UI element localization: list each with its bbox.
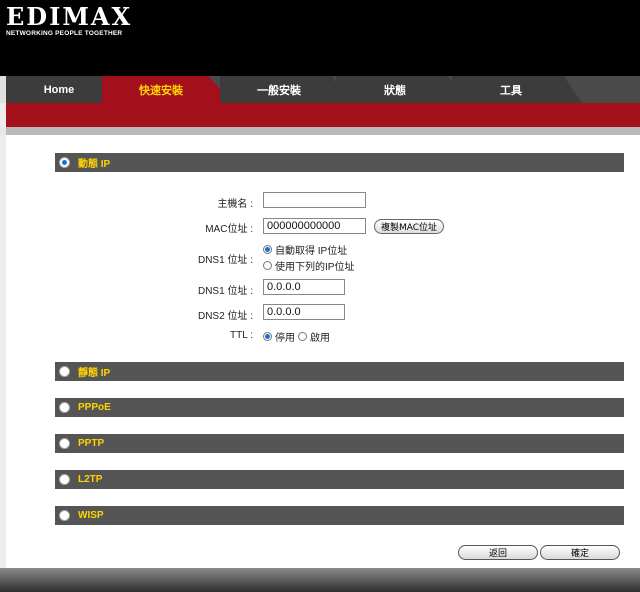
footer-band [0,568,640,592]
dns2-label: DNS2 位址 : [197,311,253,322]
dynamic-ip-radio[interactable] [59,157,70,168]
dns-manual-option[interactable]: 使用下列的IP位址 [263,258,354,273]
pppoe-label: PPPoE [78,402,111,413]
back-button[interactable]: 返回 [458,545,538,560]
static-ip-label: 靜態 IP [78,368,111,379]
tab-status[interactable]: 狀態 [336,76,466,103]
red-subbar [6,103,640,127]
ttl-disable-radio[interactable] [263,332,272,341]
static-ip-radio[interactable] [59,366,70,377]
mac-label: MAC位址 : [205,224,253,235]
ttl-label: TTL : [230,330,253,341]
main-tabs: Home 快速安裝 一般安裝 狀態 工具 [0,76,640,103]
brand-tagline: NETWORKING PEOPLE TOGETHER [6,30,123,37]
section-l2tp[interactable]: L2TP [55,470,624,489]
dns1-label: DNS1 位址 : [197,286,253,297]
ttl-enable-option[interactable]: 啟用 [298,329,330,344]
tab-tools[interactable]: 工具 [452,76,582,103]
header-band: EDIMAX NETWORKING PEOPLE TOGETHER [0,0,640,76]
dns-auto-option[interactable]: 自動取得 IP位址 [263,242,347,257]
edimax-logo: EDIMAX NETWORKING PEOPLE TOGETHER [6,2,133,38]
tab-general-setup[interactable]: 一般安裝 [220,76,350,103]
pptp-radio[interactable] [59,438,70,449]
hostname-label: 主機名 : [217,199,253,210]
ttl-disable-text: 停用 [275,333,295,344]
clone-mac-button[interactable]: 複製MAC位址 [374,219,444,234]
ttl-enable-text: 啟用 [310,333,330,344]
ok-button[interactable]: 確定 [540,545,620,560]
dns-manual-text: 使用下列的IP位址 [275,262,355,273]
section-pptp[interactable]: PPTP [55,434,624,453]
section-pppoe[interactable]: PPPoE [55,398,624,417]
l2tp-label: L2TP [78,474,103,485]
dns-auto-radio[interactable] [263,245,272,254]
grey-divider-inner [6,127,640,135]
section-wisp[interactable]: WISP [55,506,624,525]
hostname-input[interactable] [263,192,366,208]
brand-name: EDIMAX [6,2,133,31]
dns2-input[interactable] [263,304,345,320]
dns1-input[interactable] [263,279,345,295]
mac-input[interactable] [263,218,366,234]
ttl-enable-radio[interactable] [298,332,307,341]
pppoe-radio[interactable] [59,402,70,413]
wisp-radio[interactable] [59,510,70,521]
dns-auto-text: 自動取得 IP位址 [275,246,348,257]
section-static-ip[interactable]: 靜態 IP [55,362,624,381]
dns-manual-radio[interactable] [263,261,272,270]
section-dynamic-ip[interactable]: 動態 IP [55,153,624,172]
l2tp-radio[interactable] [59,474,70,485]
wisp-label: WISP [78,510,104,521]
ttl-disable-option[interactable]: 停用 [263,329,295,344]
pptp-label: PPTP [78,438,105,449]
tab-quick-setup[interactable]: 快速安裝 [102,76,232,103]
dynamic-ip-label: 動態 IP [78,159,111,170]
dns-mode-label: DNS1 位址 : [197,255,253,266]
